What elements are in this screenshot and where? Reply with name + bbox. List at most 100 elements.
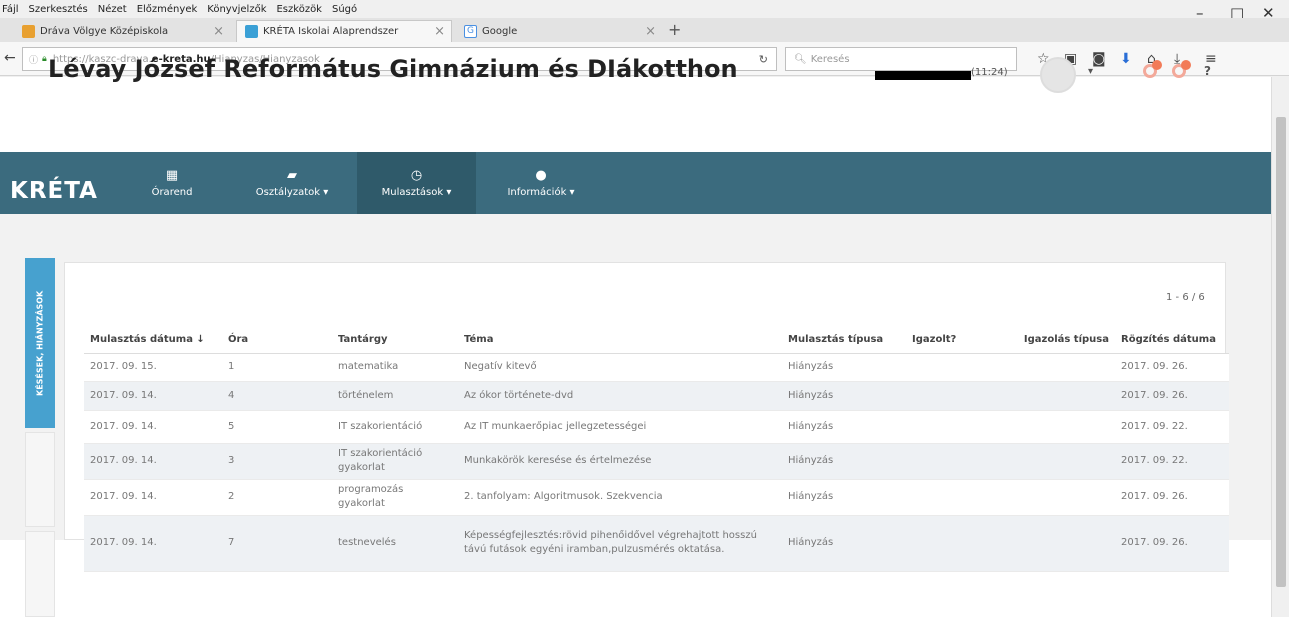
chevron-down-icon[interactable]: ▾ bbox=[1088, 66, 1093, 77]
menu-tools[interactable]: Eszközök bbox=[276, 4, 322, 15]
cell-lesson: 5 bbox=[222, 410, 332, 444]
nav-label: Órarend bbox=[151, 187, 193, 198]
new-tab-icon[interactable]: + bbox=[668, 20, 681, 39]
cell-subject: IT szakorientáció gyakorlat bbox=[332, 443, 458, 480]
menu-help[interactable]: Súgó bbox=[332, 4, 357, 15]
nav-label: Mulasztások ▾ bbox=[381, 187, 452, 198]
cell-date: 2017. 09. 14. bbox=[84, 381, 222, 411]
scrollbar-thumb[interactable] bbox=[1276, 117, 1286, 587]
cell-subject: történelem bbox=[332, 381, 458, 411]
cell-justified bbox=[906, 410, 1011, 444]
cell-lesson: 4 bbox=[222, 381, 332, 411]
tab-label: Google bbox=[482, 25, 518, 37]
menu-file[interactable]: Fájl bbox=[2, 4, 19, 15]
side-tab-3[interactable] bbox=[25, 531, 55, 617]
menu-view[interactable]: Nézet bbox=[98, 4, 127, 15]
nav-label: Osztályzatok ▾ bbox=[255, 187, 329, 198]
menu-history[interactable]: Előzmények bbox=[137, 4, 198, 15]
cell-date: 2017. 09. 14. bbox=[84, 479, 222, 516]
tab-drava[interactable]: Dráva Völgye Középiskola × bbox=[14, 20, 230, 42]
nav-orarend[interactable]: ▦ Órarend bbox=[122, 152, 222, 214]
cell-date: 2017. 09. 14. bbox=[84, 515, 222, 572]
cell-date: 2017. 09. 15. bbox=[84, 353, 222, 382]
info-icon[interactable]: ⓘ bbox=[29, 53, 38, 66]
main-nav: KRÉTA ▦ Órarend ▰ Osztályzatok ▾ ◷ Mulas… bbox=[0, 152, 1271, 214]
cell-justification-type bbox=[1011, 479, 1115, 516]
tab-label: KRÉTA Iskolai Alaprendszer bbox=[263, 26, 399, 37]
table-row[interactable]: 2017. 09. 15. 1 matematika Negatív kitev… bbox=[84, 353, 1229, 382]
help-icon[interactable]: ? bbox=[1204, 64, 1211, 78]
cell-subject: programozás gyakorlat bbox=[332, 479, 458, 516]
notification-bell-icon[interactable] bbox=[1141, 60, 1163, 82]
cell-recorded-date: 2017. 09. 26. bbox=[1115, 381, 1229, 411]
tab-close-icon[interactable]: × bbox=[645, 24, 656, 39]
cell-recorded-date: 2017. 09. 26. bbox=[1115, 353, 1229, 382]
cell-recorded-date: 2017. 09. 26. bbox=[1115, 479, 1229, 516]
cell-topic: Az ókor története-dvd bbox=[458, 381, 782, 411]
cell-justification-type bbox=[1011, 443, 1115, 480]
table-row[interactable]: 2017. 09. 14. 2 programozás gyakorlat 2.… bbox=[84, 479, 1229, 516]
side-tab-keses-hianyzasok[interactable]: KÉSÉSEK, HIÁNYZÁSOK bbox=[25, 258, 55, 428]
cell-topic: 2. tanfolyam: Algoritmusok. Szekvencia bbox=[458, 479, 782, 516]
col-header-date[interactable]: Mulasztás dátuma ↓ bbox=[84, 326, 222, 354]
cell-justification-type bbox=[1011, 381, 1115, 411]
table-row[interactable]: 2017. 09. 14. 3 IT szakorientáció gyakor… bbox=[84, 443, 1229, 480]
tab-label: Dráva Völgye Középiskola bbox=[40, 25, 169, 37]
avatar[interactable] bbox=[1040, 57, 1076, 93]
cell-absence-type: Hiányzás bbox=[782, 443, 906, 480]
side-tab-2[interactable] bbox=[25, 432, 55, 527]
cell-absence-type: Hiányzás bbox=[782, 353, 906, 382]
col-header-topic[interactable]: Téma bbox=[458, 326, 782, 354]
table-row[interactable]: 2017. 09. 14. 4 történelem Az ókor törté… bbox=[84, 381, 1229, 411]
tab-kreta[interactable]: KRÉTA Iskolai Alaprendszer × bbox=[236, 20, 452, 42]
google-favicon-icon: G bbox=[464, 24, 477, 38]
col-header-lesson[interactable]: Óra bbox=[222, 326, 332, 354]
cell-topic: Negatív kitevő bbox=[458, 353, 782, 382]
cell-topic: Képességfejlesztés:rövid pihenőidővel vé… bbox=[458, 515, 782, 572]
col-header-absence-type[interactable]: Mulasztás típusa bbox=[782, 326, 906, 354]
download-icon[interactable]: ⬇ bbox=[1120, 51, 1132, 67]
cell-subject: matematika bbox=[332, 353, 458, 382]
menu-edit[interactable]: Szerkesztés bbox=[29, 4, 88, 15]
search-placeholder: Keresés bbox=[810, 53, 850, 65]
table-row[interactable]: 2017. 09. 14. 7 testnevelés Képességfejl… bbox=[84, 515, 1229, 572]
school-title: Lévay József Református Gimnázium és DIá… bbox=[48, 55, 738, 83]
drava-favicon-icon bbox=[22, 24, 35, 38]
cell-justified bbox=[906, 443, 1011, 480]
nav-mulasztasok[interactable]: ◷ Mulasztások ▾ bbox=[357, 152, 476, 214]
col-header-justification-type[interactable]: Igazolás típusa bbox=[1011, 326, 1115, 354]
table-row[interactable]: 2017. 09. 14. 5 IT szakorientáció Az IT … bbox=[84, 410, 1229, 444]
message-icon[interactable] bbox=[1170, 60, 1192, 82]
cell-lesson: 2 bbox=[222, 479, 332, 516]
cell-subject: testnevelés bbox=[332, 515, 458, 572]
kreta-logo[interactable]: KRÉTA bbox=[10, 178, 98, 204]
cell-date: 2017. 09. 14. bbox=[84, 443, 222, 480]
cell-justification-type bbox=[1011, 515, 1115, 572]
cell-justified bbox=[906, 381, 1011, 411]
nav-osztalyzatok[interactable]: ▰ Osztályzatok ▾ bbox=[232, 152, 352, 214]
tab-close-icon[interactable]: × bbox=[213, 24, 224, 39]
page-scrollbar[interactable] bbox=[1271, 77, 1289, 617]
col-header-recorded-date[interactable]: Rögzítés dátuma bbox=[1115, 326, 1229, 354]
calendar-icon: ▦ bbox=[165, 168, 179, 183]
cell-justified bbox=[906, 479, 1011, 516]
col-header-justified[interactable]: Igazolt? bbox=[906, 326, 1011, 354]
back-arrow-icon[interactable]: ← bbox=[4, 50, 16, 66]
nav-informaciok[interactable]: ● Információk ▾ bbox=[480, 152, 602, 214]
graduation-cap-icon: ▰ bbox=[287, 168, 297, 183]
cell-absence-type: Hiányzás bbox=[782, 515, 906, 572]
pocket-icon[interactable]: ◙ bbox=[1092, 51, 1106, 67]
reload-icon[interactable]: ↻ bbox=[759, 53, 768, 66]
cell-recorded-date: 2017. 09. 26. bbox=[1115, 515, 1229, 572]
lock-icon: 🔒︎ bbox=[42, 54, 47, 64]
cell-absence-type: Hiányzás bbox=[782, 381, 906, 411]
tab-close-icon[interactable]: × bbox=[434, 24, 445, 39]
nav-label: Információk ▾ bbox=[507, 187, 575, 198]
col-header-subject[interactable]: Tantárgy bbox=[332, 326, 458, 354]
cell-lesson: 7 bbox=[222, 515, 332, 572]
tab-google[interactable]: G Google × bbox=[456, 20, 662, 42]
cell-subject: IT szakorientáció bbox=[332, 410, 458, 444]
info-icon: ● bbox=[535, 168, 547, 183]
cell-topic: Munkakörök keresése és értelmezése bbox=[458, 443, 782, 480]
menu-bookmarks[interactable]: Könyvjelzők bbox=[207, 4, 266, 15]
